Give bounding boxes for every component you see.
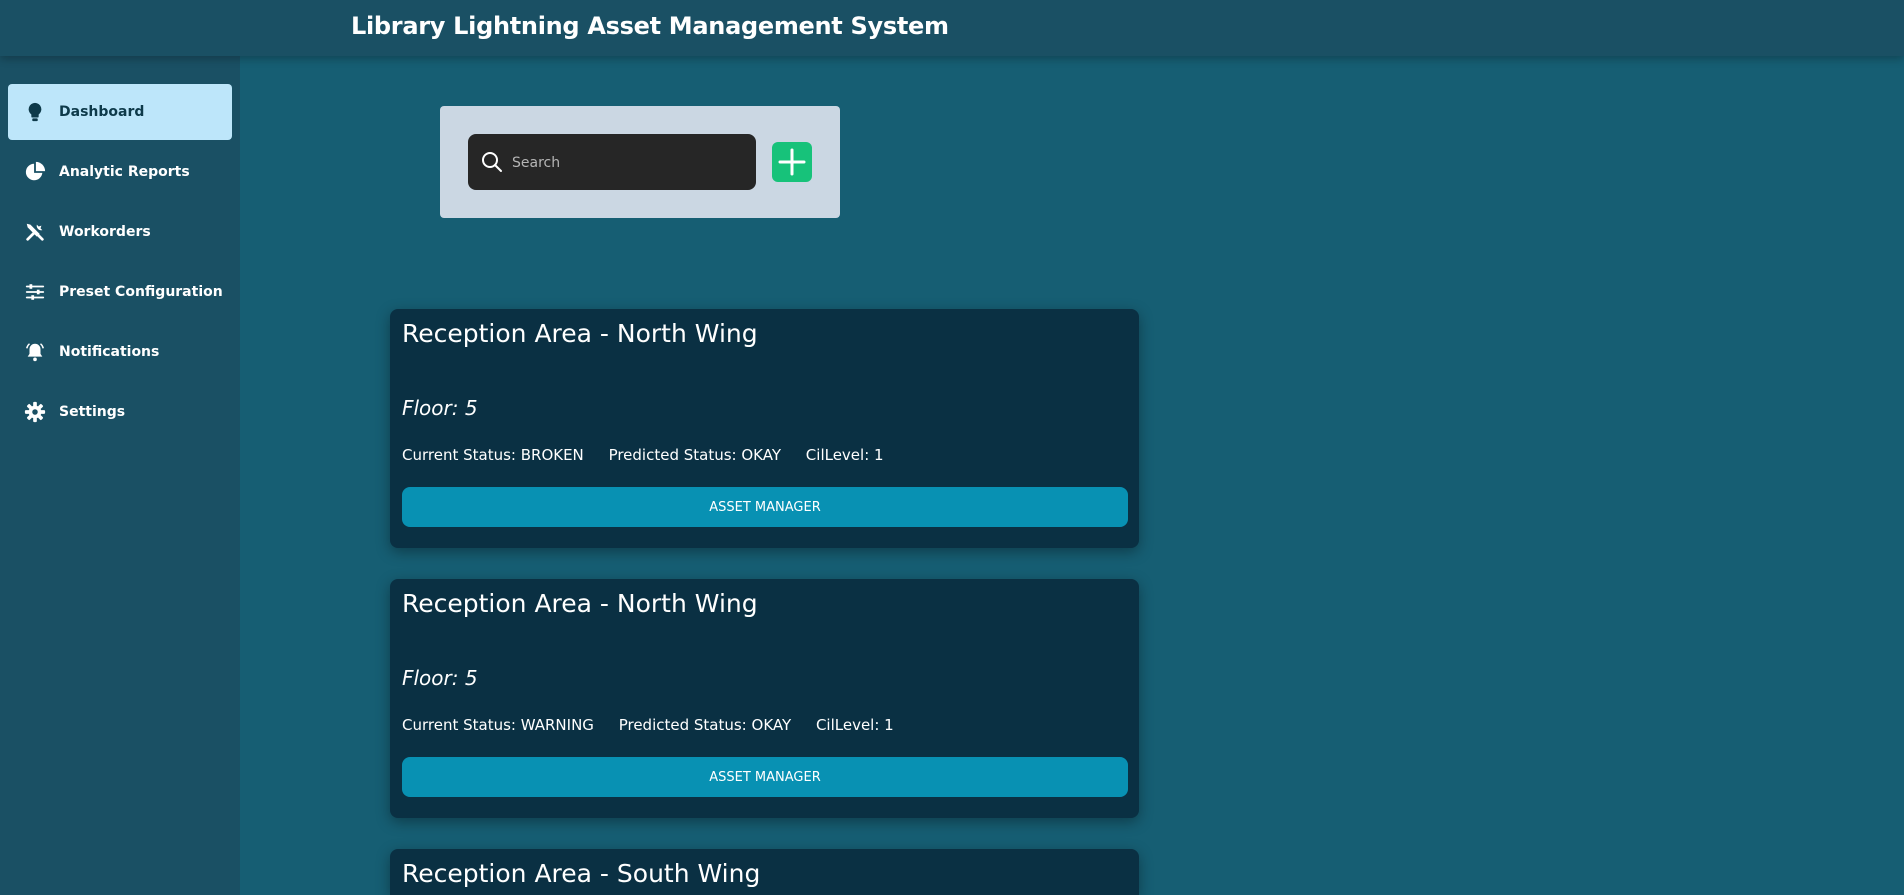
asset-floor: Floor: 5 <box>402 396 478 420</box>
predicted-status: Predicted Status: OKAY <box>618 716 792 734</box>
sidebar-item-label: Workorders <box>59 224 151 240</box>
tools-icon <box>24 221 46 243</box>
asset-card: Reception Area - North Wing Floor: 5 Cur… <box>390 579 1139 818</box>
search-input[interactable] <box>510 134 750 192</box>
search-panel <box>440 106 840 218</box>
asset-title: Reception Area - North Wing <box>402 319 758 348</box>
sidebar-item-analytic-reports[interactable]: Analytic Reports <box>8 144 232 200</box>
asset-card: Reception Area - North Wing Floor: 5 Cur… <box>390 309 1139 548</box>
top-app-bar: Library Lightning Asset Management Syste… <box>0 0 1904 56</box>
sidebar-item-dashboard[interactable]: Dashboard <box>8 84 232 140</box>
app-title: Library Lightning Asset Management Syste… <box>351 12 949 40</box>
sidebar-item-label: Settings <box>59 404 126 420</box>
asset-card: Reception Area - South Wing <box>390 849 1139 895</box>
sliders-icon <box>24 281 46 303</box>
sidebar-item-label: Analytic Reports <box>59 164 190 180</box>
sidebar-item-workorders[interactable]: Workorders <box>8 204 232 260</box>
asset-status-row: Current Status: WARNING Predicted Status… <box>402 716 914 734</box>
sidebar-item-label: Preset Configuration <box>59 284 223 300</box>
asset-manager-button[interactable]: ASSET MANAGER <box>402 487 1128 527</box>
lightbulb-icon <box>24 101 46 123</box>
sidebar-item-label: Dashboard <box>59 104 145 120</box>
cil-level: CilLevel: 1 <box>815 716 894 734</box>
asset-manager-button[interactable]: ASSET MANAGER <box>402 757 1128 797</box>
add-asset-button[interactable] <box>772 142 812 182</box>
sidebar-item-label: Notifications <box>59 344 160 360</box>
asset-title: Reception Area - North Wing <box>402 589 758 618</box>
pie-chart-icon <box>24 161 46 183</box>
bell-icon <box>24 341 46 363</box>
sidebar-item-notifications[interactable]: Notifications <box>8 324 232 380</box>
plus-icon <box>778 148 806 176</box>
asset-title: Reception Area - South Wing <box>402 859 761 888</box>
current-status: Current Status: BROKEN <box>402 446 584 464</box>
sidebar-item-settings[interactable]: Settings <box>8 384 232 440</box>
sidebar: Dashboard Analytic Reports Workorders Pr… <box>0 56 240 895</box>
asset-status-row: Current Status: BROKEN Predicted Status:… <box>402 446 904 464</box>
search-icon <box>480 150 504 174</box>
predicted-status: Predicted Status: OKAY <box>608 446 782 464</box>
asset-floor: Floor: 5 <box>402 666 478 690</box>
sidebar-item-preset-configuration[interactable]: Preset Configuration <box>8 264 232 320</box>
gear-icon <box>24 401 46 423</box>
search-box[interactable] <box>468 134 756 192</box>
current-status: Current Status: WARNING <box>402 716 594 734</box>
cil-level: CilLevel: 1 <box>805 446 884 464</box>
